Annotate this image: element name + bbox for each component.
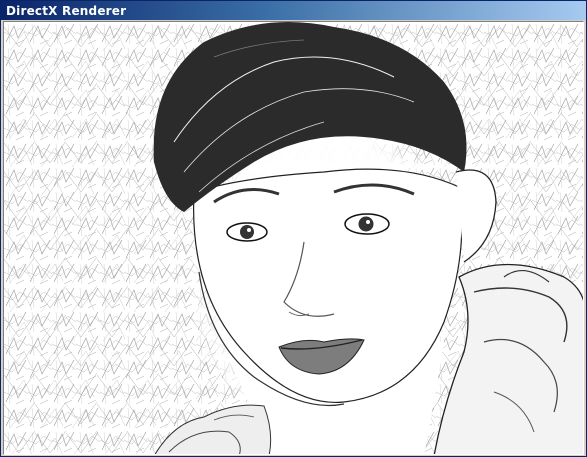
render-viewport[interactable] (3, 21, 584, 455)
window-title: DirectX Renderer (6, 3, 127, 18)
title-bar[interactable]: DirectX Renderer (1, 1, 586, 20)
rendered-sketch-image (4, 22, 583, 454)
renderer-window: DirectX Renderer (0, 0, 587, 457)
